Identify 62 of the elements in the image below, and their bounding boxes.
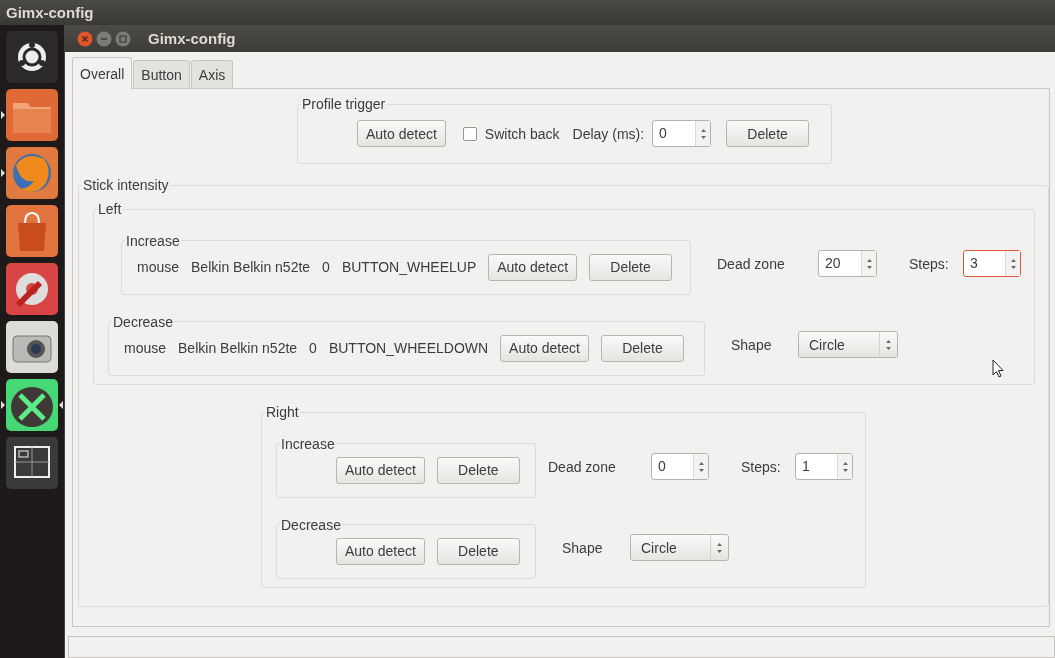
- tab[interactable]: Axis: [190, 60, 234, 88]
- device-name: Belkin Belkin n52te: [178, 340, 298, 356]
- delete-button[interactable]: Delete: [726, 120, 810, 147]
- auto-detect-button[interactable]: Auto detect: [357, 120, 446, 147]
- shape-dropdown[interactable]: Circle: [630, 534, 729, 561]
- steps-label: Steps:: [909, 255, 950, 272]
- maximize-icon[interactable]: [115, 30, 131, 47]
- spin-box[interactable]: 0: [652, 120, 712, 147]
- camera-icon[interactable]: [6, 321, 58, 373]
- group-title: Right: [265, 404, 300, 420]
- auto-detect-button[interactable]: Auto detect: [488, 253, 578, 281]
- event-name: BUTTON_WHEELUP: [341, 259, 477, 275]
- device-type: mouse: [124, 340, 167, 356]
- steps-label: Steps:: [741, 458, 782, 475]
- group-title: Decrease: [280, 516, 342, 533]
- delete-button[interactable]: Delete: [589, 253, 673, 281]
- spin-box[interactable]: 1: [795, 453, 853, 480]
- group-title: Stick intensity: [82, 177, 170, 193]
- tab[interactable]: Button: [133, 60, 190, 88]
- up-down-arrows-icon: [697, 459, 705, 474]
- event-name: BUTTON_WHEELDOWN: [328, 340, 489, 356]
- close-icon[interactable]: [77, 30, 93, 47]
- window-title: Gimx-config: [148, 30, 236, 47]
- auto-detect-button[interactable]: Auto detect: [336, 456, 425, 484]
- dead-zone-label: Dead zone: [717, 255, 786, 272]
- device-type: mouse: [137, 259, 180, 275]
- delete-button[interactable]: Delete: [436, 456, 520, 484]
- up-down-arrows-icon: [865, 256, 873, 271]
- group-title: Profile trigger: [301, 96, 387, 112]
- shape-dropdown[interactable]: Circle: [798, 331, 898, 358]
- shopping-bag-icon[interactable]: [6, 205, 58, 257]
- group-title: Increase: [280, 435, 336, 452]
- mouse-pointer-icon: [992, 359, 1004, 378]
- device-id: 0: [309, 340, 317, 356]
- delete-button[interactable]: Delete: [600, 334, 684, 362]
- up-down-arrows-icon: [699, 126, 707, 141]
- workspaces-icon[interactable]: [6, 437, 58, 489]
- minimize-icon[interactable]: [96, 30, 112, 47]
- spin-box[interactable]: 0: [651, 453, 709, 480]
- dead-zone-label: Dead zone: [548, 458, 617, 475]
- delete-button[interactable]: Delete: [436, 537, 520, 565]
- shape-label: Shape: [731, 336, 773, 353]
- shape-label: Shape: [562, 539, 604, 556]
- auto-detect-button[interactable]: Auto detect: [336, 537, 425, 565]
- tab[interactable]: Overall: [72, 57, 133, 89]
- device-id: 0: [322, 259, 330, 275]
- group-title: Decrease: [112, 313, 174, 330]
- up-down-arrows-icon: [1009, 256, 1017, 271]
- up-down-arrows-icon: [885, 337, 892, 352]
- checkbox-label: Switch back: [484, 125, 560, 142]
- group-title: Increase: [125, 232, 181, 249]
- up-down-arrows-icon: [716, 540, 723, 555]
- auto-detect-button[interactable]: Auto detect: [500, 334, 589, 362]
- device-name: Belkin Belkin n52te: [191, 259, 311, 275]
- up-down-arrows-icon: [841, 459, 849, 474]
- globe-icon[interactable]: [6, 147, 58, 199]
- group-title: Left: [97, 201, 123, 217]
- ubuntu-logo-icon[interactable]: [6, 31, 58, 83]
- spin-box[interactable]: 20: [818, 250, 877, 277]
- delay-label: Delay (ms):: [572, 125, 645, 142]
- checkbox[interactable]: [462, 126, 477, 141]
- spin-box[interactable]: 3: [963, 250, 1021, 277]
